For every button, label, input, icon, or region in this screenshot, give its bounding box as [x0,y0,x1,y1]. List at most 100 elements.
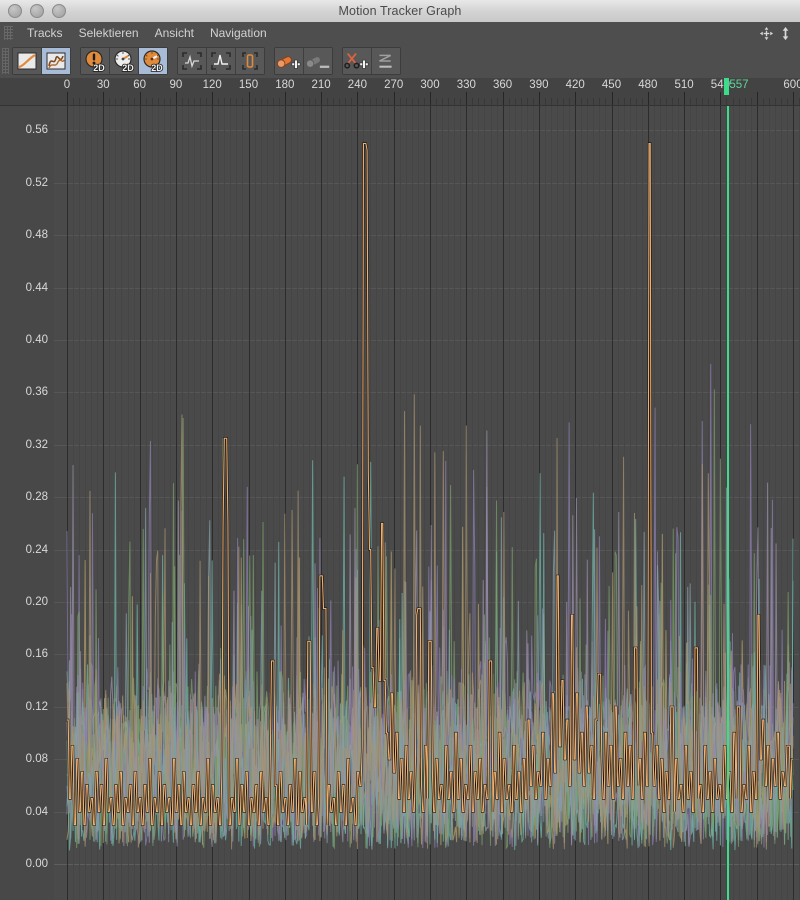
plot-canvas[interactable] [54,106,800,900]
menu-selektieren[interactable]: Selektieren [71,24,147,42]
y-axis-label: 0.08 [25,753,48,766]
ruler-tick [647,92,649,106]
y-axis-label: 0.36 [25,386,48,399]
curve-graph-icon [17,52,37,70]
scale-vertical-icon[interactable] [778,26,793,41]
tool-bar: 2D 2D 2D [0,44,800,79]
ruler-tick [248,92,250,106]
window-title: Motion Tracker Graph [338,4,462,18]
track-squiggle-icon [46,52,66,70]
y-axis-label: 0.24 [25,543,48,556]
ruler-tick [575,92,577,106]
ruler-label: 0 [63,79,71,91]
accuracy-2d-button[interactable]: 2D [139,48,167,74]
ruler-label: 270 [384,79,404,91]
ruler-tick [756,92,758,106]
remove-track-button[interactable] [304,48,332,74]
ruler-tick [430,92,431,106]
svg-text:2D: 2D [122,63,134,72]
frame-curve-icon [182,52,202,70]
menu-drag-grip-icon[interactable] [4,26,13,40]
ruler-label: 600 [783,79,800,91]
error-2d-button[interactable]: 2D [81,48,110,74]
toolbar-drag-grip-icon[interactable] [2,48,9,74]
ruler-tick [393,92,395,106]
y-axis-label: 0.32 [25,438,48,451]
track-remove-icon [305,56,330,68]
timeline-ruler[interactable]: 0 30 60 90 120 150 180 210 240 270 300 330 360 390 420… [0,78,800,106]
y-axis-label: 0.44 [25,281,48,294]
current-frame-label: 557 [729,79,749,91]
selection-group [177,47,265,75]
svg-text:2D: 2D [93,63,105,72]
curve-view-button[interactable] [13,48,42,74]
ruler-tick [611,92,613,106]
move-view-icon[interactable] [759,26,774,41]
ruler-label: 120 [202,79,222,91]
menu-navigation[interactable]: Navigation [202,24,275,42]
y-axis: 0.00 0.04 0.08 0.12 0.16 0.20 0.24 0.28 0.32 0.36… [0,106,55,900]
ruler-tick [357,92,359,106]
ruler-label: 300 [420,79,440,91]
ruler-label: 210 [311,79,331,91]
select-region-button[interactable] [236,48,264,74]
ruler-label: 240 [347,79,367,91]
ruler-label: 360 [493,79,513,91]
ruler-label: 60 [133,79,146,91]
ruler-tick [175,92,177,106]
menu-bar: Tracks Selektieren Ansicht Navigation [0,22,800,45]
ruler-label: 480 [638,79,658,91]
ruler-label: 390 [529,79,549,91]
menu-right-icons [759,26,800,41]
y-axis-label: 0.16 [25,648,48,661]
y-axis-label: 0.40 [25,334,48,346]
ruler-label: 450 [601,79,622,91]
playhead-line[interactable] [726,106,729,900]
ruler-tick [212,92,214,106]
track-curves [66,142,794,851]
motion-tracker-window: Motion Tracker Graph Tracks Selektieren … [0,0,800,900]
scissors-add-icon [344,53,369,69]
y-axis-label: 0.48 [25,229,48,242]
ruler-tick [103,92,105,106]
y-axis-label: 0.20 [25,596,48,608]
y-axis-label: 0.04 [25,805,48,818]
graph-area: 0.00 0.04 0.08 0.12 0.16 0.20 0.24 0.28 0.32 0.36… [0,106,800,900]
add-track-button[interactable] [275,48,304,74]
ruler-tick [502,92,504,106]
title-bar: Motion Tracker Graph [0,0,800,23]
y-axis-label: 0.28 [25,491,48,504]
y-axis-label: 0.56 [25,124,48,137]
ruler-tick [793,92,794,106]
warning-2d-icon: 2D [85,50,106,72]
view-mode-group [12,47,71,75]
ruler-tick [684,92,686,106]
menu-tracks[interactable]: Tracks [19,24,71,42]
track-add-icon [276,56,301,69]
menu-ansicht[interactable]: Ansicht [147,24,202,42]
ruler-label: 180 [275,79,295,91]
track-view-button[interactable] [42,48,70,74]
ruler-tick [538,92,540,106]
track-edit-group [274,47,333,75]
ruler-label: 330 [456,79,476,91]
ruler-tick [67,92,68,106]
speed-2d-button[interactable]: 2D [110,48,139,74]
y-axis-label: 0.52 [25,176,48,189]
ruler-tick [466,92,468,106]
ruler-label: 510 [674,79,694,91]
ruler-tick [720,92,722,106]
tracking-mode-group: 2D 2D 2D [80,47,168,75]
select-curve-button[interactable] [178,48,207,74]
ruler-label: 90 [169,79,183,91]
y-axis-label: 0.00 [25,858,48,870]
remove-key-button[interactable] [372,48,400,74]
playhead-handle[interactable] [723,78,729,95]
key-remove-icon [379,54,392,68]
ruler-label: 150 [238,79,259,91]
frame-peak-icon [211,52,231,70]
key-edit-group [342,47,401,75]
select-peak-button[interactable] [207,48,236,74]
ruler-tick [321,92,323,106]
add-key-button[interactable] [343,48,372,74]
